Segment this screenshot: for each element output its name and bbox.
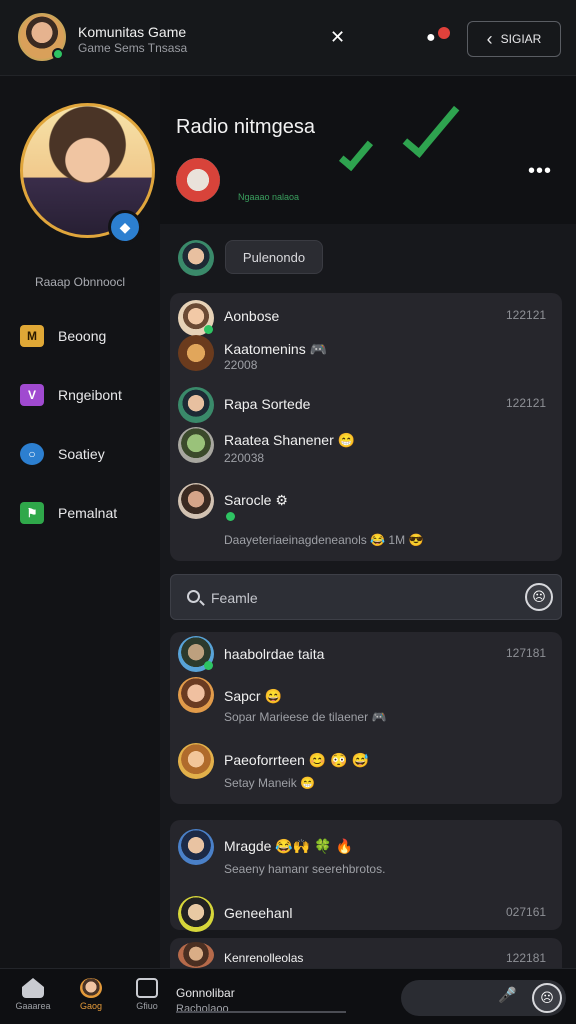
avatar (178, 387, 214, 423)
back-arrow-icon: ‹ (486, 28, 493, 49)
microphone-icon[interactable]: 🎤 (498, 986, 517, 1004)
face2-emoji: 😳 (330, 752, 348, 768)
message-sender: Sapcr 😄 (224, 688, 282, 704)
chevron-icon: V (20, 384, 44, 406)
leaf-emoji: 🍀 (314, 838, 332, 854)
message-preview: Daayeteriaeinagdeneanols 😂 1M 😎 (224, 533, 424, 547)
app-title: Komunitas Game (78, 24, 187, 40)
app-subtitle: Game Sems Tnsasa (78, 41, 188, 55)
message-preview: Seaeny hamanr seerehbrotos. (224, 862, 386, 876)
message-time: 027161 (506, 905, 547, 919)
game-emoji: 🎮 (309, 341, 328, 357)
chat-icon: ○ (20, 443, 44, 465)
emoji-picker-icon[interactable]: ☹ (525, 583, 553, 611)
nav-item-label: Gaaarea (15, 1001, 51, 1011)
back-button-label: SIGIAR (500, 32, 542, 46)
sweat-emoji: 😅 (351, 752, 369, 768)
message-sender: Raatea Shanener 😁 (224, 432, 356, 448)
more-options-icon[interactable]: ••• (528, 160, 552, 183)
avatar[interactable] (178, 240, 214, 276)
message-sender: Paeoforrteen 😊 😳 😅 (224, 752, 369, 768)
message-sender: Rapa Sortede (224, 396, 311, 412)
avatar (178, 483, 214, 519)
sidebar-item-beoong[interactable]: M Beoong (20, 325, 106, 347)
message-sender: Kenrenolleolas (224, 951, 304, 965)
message-time: 122121 (506, 308, 547, 322)
search-input[interactable]: Feamle (170, 574, 562, 620)
grin-emoji: 😁 (337, 432, 356, 448)
profile-status: Raaap Obnnoocl (34, 275, 126, 289)
message-time: 127181 (506, 646, 547, 660)
checkmark-icon (402, 96, 460, 158)
message-sender: Geneehanl (224, 905, 293, 921)
smile-emoji: 😄 (264, 688, 282, 704)
online-indicator (226, 512, 235, 521)
group-caption: Ngaaao nalaoa (238, 192, 300, 202)
search-icon (187, 590, 200, 603)
sidebar-item-pemalnat[interactable]: ⚑ Pemalnat (20, 502, 117, 524)
message-sender: haabolrdae taita (224, 646, 325, 662)
file-icon (136, 978, 158, 998)
face1-emoji: 😊 (308, 752, 327, 768)
message-time: 122121 (506, 396, 547, 410)
filter-chip[interactable]: Pulenondo (225, 240, 323, 274)
hands-emoji: 🙌 (292, 838, 311, 854)
shield-icon: ◆ (108, 210, 142, 244)
sidebar-item-label: Rngeibont (58, 387, 122, 403)
gear-icon: ⚙ (275, 492, 288, 508)
grin-emoji: 😁 (300, 776, 315, 790)
avatar (178, 829, 214, 865)
avatar (178, 942, 214, 968)
online-indicator (204, 661, 213, 670)
fire-emoji: 🔥 (335, 838, 353, 854)
nav-item-label: Gfiuo (136, 1001, 158, 1011)
search-placeholder: Feamle (211, 590, 258, 606)
online-indicator (52, 48, 64, 60)
back-button[interactable]: ‹ SIGIAR (467, 21, 561, 57)
sidebar-item-label: Pemalnat (58, 505, 118, 521)
nav-item-profile[interactable]: Gaog (68, 978, 114, 1011)
emoji-picker-icon[interactable]: ☹ (532, 983, 562, 1013)
page-title: Radio nitmgesa (176, 116, 315, 138)
avatar (178, 743, 214, 779)
message-preview: Sopar Marieese de tilaener 🎮 (224, 710, 387, 724)
nav-item-label: Gaog (79, 1001, 103, 1011)
message-preview: 220038 (224, 451, 265, 465)
notifications-icon[interactable]: ● (426, 29, 436, 47)
laugh-emoji: 😂 (370, 533, 386, 547)
sidebar-item-soatiey[interactable]: ○ Soatiey (20, 443, 105, 465)
sidebar-item-rngeibont[interactable]: V Rngeibont (20, 384, 122, 406)
checkmark-icon (338, 134, 374, 172)
compose-divider (176, 1011, 346, 1013)
notification-badge (438, 27, 450, 39)
message-time: 122181 (506, 951, 547, 965)
profile-icon (80, 978, 102, 998)
game-emoji: 🎮 (371, 710, 387, 724)
close-icon[interactable]: ✕ (330, 27, 345, 48)
online-indicator (204, 325, 213, 334)
nav-item-files[interactable]: Gfiuo (124, 978, 170, 1011)
sidebar-item-label: Beoong (58, 328, 107, 344)
message-sender: Aonbose (224, 308, 280, 324)
message-preview: 22008 (224, 358, 258, 372)
nav-item-home[interactable]: Gaaarea (10, 978, 56, 1011)
avatar (178, 335, 214, 371)
avatar (178, 896, 214, 932)
grid-icon: M (20, 325, 44, 347)
top-bar: Komunitas Game Game Sems Tnsasa ✕ ● ‹ SI… (0, 0, 576, 76)
laugh-emoji: 😂 (275, 838, 293, 854)
avatar (178, 427, 214, 463)
message-sender: Mragde 😂🙌 🍀 🔥 (224, 838, 353, 854)
home-icon (22, 978, 44, 998)
group-avatar[interactable] (176, 158, 220, 202)
avatar (178, 677, 214, 713)
cool-emoji: 😎 (408, 533, 424, 547)
message-sender: Sarocle ⚙ (224, 492, 288, 508)
message-sender: Kaatomenins 🎮 (224, 341, 328, 357)
message-preview: Setay Maneik 😁 (224, 776, 315, 790)
flag-icon: ⚑ (20, 502, 44, 524)
sidebar-item-label: Soatiey (58, 446, 105, 462)
compose-sub: Racholaoo (176, 1003, 229, 1015)
compose-label: Gonnolibar (176, 986, 235, 1000)
